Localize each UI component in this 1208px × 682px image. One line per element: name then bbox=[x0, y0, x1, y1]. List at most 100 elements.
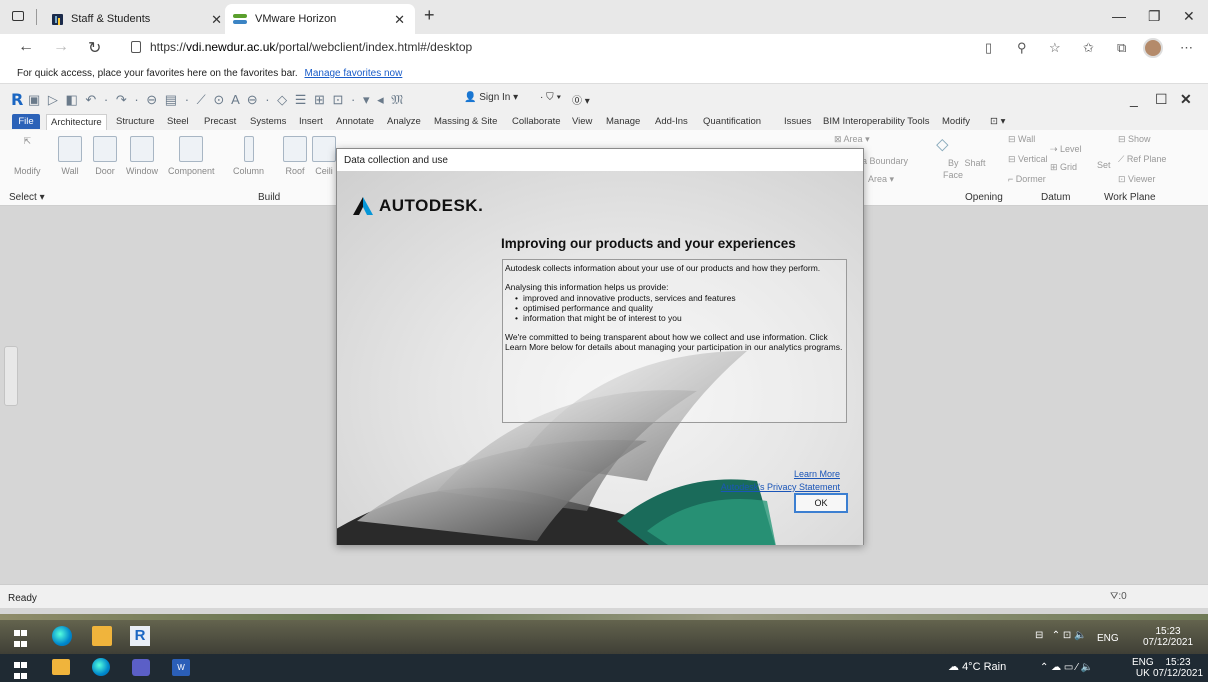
set-button[interactable]: Set bbox=[1097, 160, 1111, 170]
tab-bim-interop[interactable]: BIM Interoperability Tools bbox=[823, 116, 930, 127]
collections-icon[interactable]: ⧉ bbox=[1117, 40, 1126, 56]
tab-insert[interactable]: Insert bbox=[299, 116, 323, 127]
url-field[interactable]: https://vdi.newdur.ac.uk/portal/webclien… bbox=[150, 40, 472, 54]
revit-logo-icon[interactable]: R bbox=[11, 90, 23, 109]
tab-analyze[interactable]: Analyze bbox=[387, 116, 421, 127]
select-panel-dropdown[interactable]: Select ▾ bbox=[9, 192, 45, 203]
ceiling-button[interactable]: Ceili bbox=[312, 136, 336, 176]
tab-architecture[interactable]: Architecture bbox=[46, 114, 107, 130]
lock-icon[interactable] bbox=[131, 41, 141, 53]
tab-vmware-horizon[interactable]: VMware Horizon ✕ bbox=[225, 4, 415, 34]
tab-staff-students[interactable]: Staff & Students ✕ bbox=[42, 4, 232, 34]
wall-opening-button[interactable]: ⊟ Wall bbox=[1008, 134, 1035, 145]
file-explorer-icon[interactable] bbox=[92, 626, 112, 646]
dormer-button[interactable]: ⌐ Dormer bbox=[1008, 174, 1046, 184]
back-icon[interactable]: ← bbox=[18, 38, 34, 56]
vm-clock[interactable]: 15:23 07/12/2021 bbox=[1138, 626, 1198, 648]
teams-icon[interactable] bbox=[132, 659, 150, 676]
host-edge-icon[interactable] bbox=[92, 658, 110, 676]
close-window-icon[interactable]: ✕ bbox=[1183, 8, 1195, 25]
host-tray-icons[interactable]: ⌃ ☁ ▭ ⁄ 🔈 bbox=[1040, 662, 1093, 673]
revit-close-icon[interactable]: ✕ bbox=[1180, 91, 1192, 108]
tab-structure[interactable]: Structure bbox=[116, 116, 155, 127]
help-icon[interactable]: ⓪ ▾ bbox=[572, 92, 590, 107]
area-tag-button[interactable]: Area ▾ bbox=[868, 174, 894, 185]
close-tab-icon[interactable]: ✕ bbox=[394, 12, 405, 28]
wall-button[interactable]: Wall bbox=[58, 136, 82, 176]
ok-button[interactable]: OK bbox=[794, 493, 848, 513]
vm-tray-icons[interactable]: ⊟ ⌃ ⊡ 🔈 bbox=[1035, 630, 1086, 641]
add-favorite-icon[interactable]: ☆ bbox=[1049, 40, 1061, 56]
refresh-icon[interactable]: ↻ bbox=[88, 38, 101, 58]
privacy-statement-link[interactable]: Autodesk's Privacy Statement bbox=[721, 482, 840, 492]
learn-more-link[interactable]: Learn More bbox=[794, 469, 840, 479]
word-icon[interactable]: W bbox=[172, 659, 190, 676]
tab-systems[interactable]: Systems bbox=[250, 116, 286, 127]
viewer-button[interactable]: ⊡ Viewer bbox=[1118, 174, 1155, 185]
close-tab-icon[interactable]: ✕ bbox=[211, 12, 222, 28]
component-label: Component bbox=[168, 166, 215, 176]
shaft-label[interactable]: Shaft bbox=[957, 158, 986, 168]
minimize-icon[interactable]: — bbox=[1112, 8, 1126, 24]
favbar-text: For quick access, place your favorites h… bbox=[17, 68, 298, 79]
build-panel-label: Build bbox=[258, 192, 281, 203]
edge-icon[interactable] bbox=[52, 626, 72, 646]
column-button[interactable]: Column bbox=[233, 136, 264, 176]
sign-in-button[interactable]: 👤 Sign In ▾ bbox=[464, 92, 518, 103]
info-textbox[interactable]: Autodesk collects information about your… bbox=[502, 259, 847, 423]
weather-widget[interactable]: ☁ 4°C Rain bbox=[948, 662, 1006, 673]
tab-quantification[interactable]: Quantification bbox=[703, 116, 761, 127]
vertical-opening-button[interactable]: ⊟ Vertical bbox=[1008, 154, 1048, 165]
revit-maximize-icon[interactable]: ☐ bbox=[1155, 91, 1168, 108]
tab-file[interactable]: File bbox=[12, 114, 40, 129]
properties-handle[interactable] bbox=[4, 346, 18, 406]
tab-modify[interactable]: Modify bbox=[942, 116, 970, 127]
restore-icon[interactable]: ❐ bbox=[1148, 8, 1161, 25]
area-boundary-button[interactable]: a Boundary bbox=[862, 156, 908, 166]
staff-favicon-icon bbox=[52, 13, 63, 25]
area-button[interactable]: ⊠ Area ▾ bbox=[834, 134, 870, 145]
filter-icon[interactable]: ⛛:0 bbox=[1110, 591, 1127, 602]
tab-collaborate[interactable]: Collaborate bbox=[512, 116, 561, 127]
host-clock[interactable]: 15:23 07/12/2021 bbox=[1148, 657, 1208, 679]
revit-minimize-icon[interactable]: _ bbox=[1130, 91, 1138, 107]
manage-favorites-link[interactable]: Manage favorites now bbox=[304, 68, 402, 79]
tab-annotate[interactable]: Annotate bbox=[336, 116, 374, 127]
tab-manage[interactable]: Manage bbox=[606, 116, 640, 127]
wall-label: Wall bbox=[61, 166, 79, 176]
ref-plane-button[interactable]: ⟋ Ref Plane bbox=[1118, 154, 1166, 165]
favorites-icon[interactable]: ✩ bbox=[1083, 40, 1094, 56]
panel-toggle-icon[interactable]: ⊡ ▾ bbox=[990, 116, 1005, 127]
grid-button[interactable]: ⊞ Grid bbox=[1050, 162, 1077, 173]
tab-issues[interactable]: Issues bbox=[784, 116, 811, 127]
qat-tools-icon[interactable]: ▣ ▷ ◧ ↶ · ↷ · ⊖ ▤ · ⟋ ⊙ A ⊖ · ◇ ☰ ⊞ ⊡ · … bbox=[28, 92, 405, 108]
tab-precast[interactable]: Precast bbox=[204, 116, 236, 127]
roof-button[interactable]: Roof bbox=[283, 136, 307, 176]
new-tab-icon[interactable]: + bbox=[424, 5, 435, 26]
tab-actions-icon[interactable] bbox=[12, 11, 24, 21]
show-button[interactable]: ⊟ Show bbox=[1118, 134, 1151, 145]
key-icon[interactable]: ⚲ bbox=[1017, 40, 1027, 56]
tab-massing-site[interactable]: Massing & Site bbox=[434, 116, 497, 127]
vmware-favicon-icon bbox=[233, 14, 247, 24]
revit-taskbar-icon[interactable]: R bbox=[130, 626, 150, 646]
door-button[interactable]: Door bbox=[93, 136, 117, 176]
modify-button[interactable]: ⇱ Modify bbox=[14, 136, 41, 176]
cart-icon[interactable]: · ⛉ ▾ bbox=[540, 92, 561, 103]
host-explorer-icon[interactable] bbox=[52, 659, 70, 675]
tab-add-ins[interactable]: Add-Ins bbox=[655, 116, 688, 127]
tab-steel[interactable]: Steel bbox=[167, 116, 189, 127]
level-button[interactable]: ⇢ Level bbox=[1050, 144, 1082, 155]
vm-lang[interactable]: ENG bbox=[1097, 633, 1119, 644]
grid-label: Grid bbox=[1060, 162, 1078, 172]
sign-in-label: Sign In bbox=[479, 92, 511, 103]
more-icon[interactable]: ⋯ bbox=[1180, 40, 1193, 56]
reading-view-icon[interactable]: ▯ bbox=[985, 40, 992, 56]
window-button[interactable]: Window bbox=[126, 136, 158, 176]
tab-view[interactable]: View bbox=[572, 116, 592, 127]
profile-avatar[interactable] bbox=[1143, 38, 1163, 58]
windows-start-icon[interactable] bbox=[14, 630, 34, 650]
component-button[interactable]: Component bbox=[168, 136, 215, 176]
roof-label: Roof bbox=[285, 166, 305, 176]
host-start-icon[interactable] bbox=[14, 662, 34, 682]
